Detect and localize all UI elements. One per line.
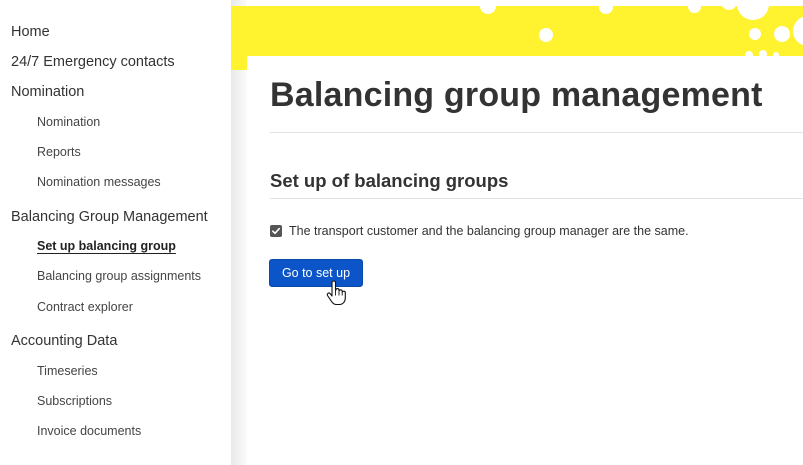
sidebar-item-subscriptions[interactable]: Subscriptions [37,394,112,408]
sidebar-item-reports[interactable]: Reports [37,145,81,159]
sidebar-item-timeseries[interactable]: Timeseries [37,364,98,378]
section-title: Set up of balancing groups [270,170,509,191]
go-to-set-up-button[interactable]: Go to set up [269,259,363,287]
sidebar-group-nomination[interactable]: Nomination [11,84,84,100]
hand-pointer-icon [326,280,346,306]
title-divider [270,132,803,133]
banner-dot [749,28,761,40]
page-title: Balancing group management [270,76,763,114]
sidebar-nav: Home 24/7 Emergency contacts Nomination … [0,0,231,465]
sidebar-item-set-up-balancing-group[interactable]: Set up balancing group [37,239,176,253]
sidebar-item-contract-explorer[interactable]: Contract explorer [37,300,133,314]
sidebar-item-nomination-messages[interactable]: Nomination messages [37,175,161,189]
sidebar-item-nomination[interactable]: Nomination [37,115,100,129]
banner-dot [688,6,701,13]
section-divider [270,198,803,199]
sidebar-group-balancing-group-management[interactable]: Balancing Group Management [11,209,208,225]
banner-dot [774,26,790,42]
check-icon [272,227,281,235]
sidebar-item-emergency-contacts[interactable]: 24/7 Emergency contacts [11,54,175,70]
banner-dot [793,16,803,46]
sidebar-item-home[interactable]: Home [11,24,50,40]
same-manager-checkbox-label: The transport customer and the balancing… [289,224,689,238]
sidebar-item-balancing-group-assignments[interactable]: Balancing group assignments [37,269,201,283]
same-manager-checkbox[interactable] [270,225,282,237]
sidebar-group-accounting-data[interactable]: Accounting Data [11,333,117,349]
sidebar-item-invoice-documents[interactable]: Invoice documents [37,424,141,438]
banner-dot [539,28,553,42]
same-manager-option: The transport customer and the balancing… [270,224,689,238]
banner-dot [480,6,496,14]
banner-dot [599,6,613,14]
banner-dot [737,6,769,20]
banner-dot [721,6,737,10]
